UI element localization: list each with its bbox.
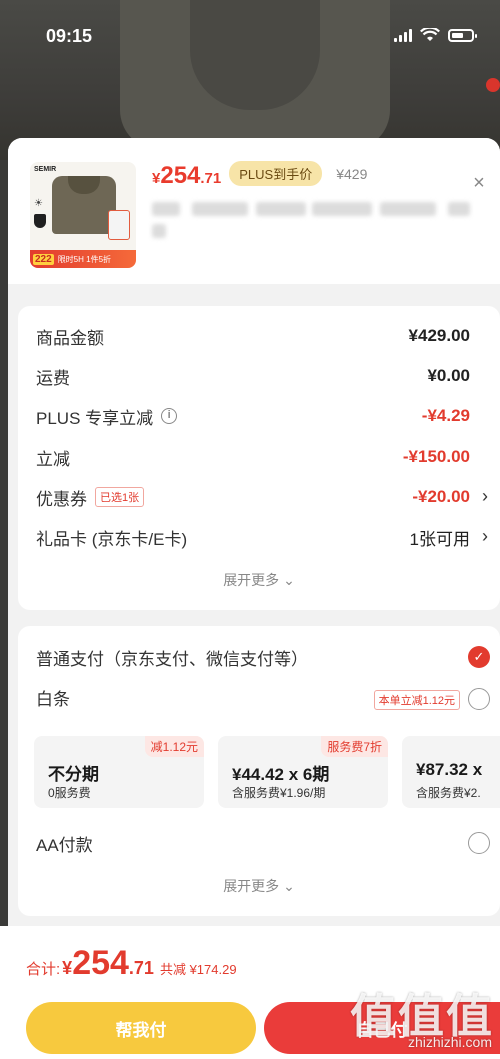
watermark-url: zhizhizhi.com — [407, 1034, 492, 1050]
cost-label: 商品金额 — [36, 328, 104, 348]
product-title-blurred — [152, 202, 472, 238]
payment-option-label: 普通支付（京东支付、微信支付等） — [36, 649, 308, 669]
cost-row-coupon[interactable]: 优惠券 已选1张 -¥20.00 › — [36, 482, 488, 512]
thumb-brand: SEMIR — [34, 166, 57, 173]
chevron-right-icon: › — [482, 486, 488, 506]
help-me-pay-button[interactable]: 帮我付 — [26, 1002, 256, 1054]
baitiao-discount-tag: 本单立减1.12元 — [373, 690, 460, 710]
plan-sub: 含服务费¥2. — [416, 786, 481, 800]
thumb-strip-text: 限时5H 1件5折 — [57, 254, 112, 264]
total-integer: 254 — [72, 944, 129, 982]
payment-method-card: 普通支付（京东支付、微信支付等） ✓ 白条 本单立减1.12元 减1.12元 不… — [18, 626, 500, 916]
product-thumbnail[interactable]: SEMIR ☀ 222 限时5H 1件5折 — [30, 162, 136, 268]
cost-value: ¥0.00 — [427, 366, 470, 385]
cost-label: 礼品卡 (京东卡/E卡) — [36, 529, 188, 549]
close-icon[interactable]: × — [468, 172, 490, 194]
cost-value: -¥150.00 — [402, 447, 470, 466]
wifi-icon — [420, 28, 440, 41]
expand-more-label: 展开更多 — [223, 572, 280, 588]
payment-option-aa[interactable]: AA付款 — [36, 828, 470, 858]
total-label: 合计: — [26, 961, 61, 978]
product-price-line: ¥ 254 .71 PLUS到手价 ¥429 — [152, 161, 368, 190]
chevron-right-icon: › — [482, 526, 488, 546]
status-time: 09:15 — [46, 26, 93, 46]
plus-price-tag: PLUS到手价 — [229, 161, 323, 186]
installment-plan[interactable]: 减1.12元 不分期 0服务费 — [34, 736, 204, 808]
radio-unselected-icon[interactable] — [468, 688, 490, 710]
total-savings: 共减 ¥174.29 — [159, 962, 237, 977]
expand-more-label: 展开更多 — [223, 878, 280, 894]
cost-label-wrap: PLUS 专享立减 i — [36, 404, 178, 429]
original-price: ¥429 — [336, 166, 368, 182]
cost-row-gift-card[interactable]: 礼品卡 (京东卡/E卡) 1张可用 › — [36, 522, 488, 552]
price-symbol: ¥ — [152, 170, 161, 187]
payment-option-normal[interactable]: 普通支付（京东支付、微信支付等） — [36, 642, 470, 672]
plan-sub: 含服务费¥1.96/期 — [232, 786, 326, 800]
price-decimal: .71 — [200, 170, 222, 187]
thumb-promo-strip: 222 限时5H 1件5折 — [30, 250, 136, 268]
thumb-strip-badge: 222 — [33, 253, 54, 265]
battery-icon — [448, 28, 477, 42]
expand-more-costs[interactable]: 展开更多 ⌄ — [18, 570, 500, 590]
header-divider — [8, 284, 500, 288]
plan-main: ¥44.42 x 6期 — [232, 765, 330, 784]
chevron-down-icon: ⌄ — [283, 572, 295, 588]
cost-label: 运费 — [36, 368, 70, 388]
payment-option-label: 白条 — [36, 689, 70, 709]
plan-tag: 减1.12元 — [144, 736, 204, 757]
cost-value: ¥429.00 — [408, 326, 470, 345]
coupon-selected-tag: 已选1张 — [95, 487, 145, 507]
chevron-down-icon: ⌄ — [283, 878, 295, 894]
total-symbol: ¥ — [62, 958, 73, 978]
plan-main: 不分期 — [48, 765, 99, 784]
plan-main: ¥87.32 x — [416, 760, 483, 779]
cost-label: 优惠券 — [36, 489, 87, 509]
signal-icon — [394, 28, 412, 42]
notification-dot — [486, 78, 500, 92]
product-header: SEMIR ☀ 222 限时5H 1件5折 ¥ 254 .71 PLUS到手价 … — [8, 138, 500, 288]
order-total: 合计: ¥ 254 .71 共减 ¥174.29 — [26, 944, 237, 983]
status-bar: 09:15 — [0, 0, 500, 70]
cost-label-wrap: 优惠券 已选1张 — [36, 485, 145, 510]
status-icons — [394, 28, 477, 42]
price-integer: 254 — [160, 162, 201, 189]
cost-label: 立减 — [36, 449, 70, 469]
total-decimal: .71 — [128, 958, 154, 978]
cost-label: PLUS 专享立减 — [36, 408, 154, 428]
installment-plan[interactable]: 服务费7折 ¥44.42 x 6期 含服务费¥1.96/期 — [218, 736, 388, 808]
shield-icon — [34, 214, 46, 228]
installment-plan[interactable]: ¥87.32 x 含服务费¥2. — [402, 736, 500, 808]
plan-sub: 0服务费 — [48, 786, 91, 800]
cost-row-shipping: 运费 ¥0.00 — [36, 361, 470, 391]
payment-option-label: AA付款 — [36, 835, 93, 855]
cost-row-plus-discount: PLUS 专享立减 i -¥4.29 — [36, 401, 470, 431]
cost-value: 1张可用 — [409, 529, 470, 549]
thumb-promo-badge — [108, 210, 130, 240]
sun-icon: ☀ — [34, 198, 43, 209]
cost-value: -¥20.00 — [412, 487, 470, 506]
info-icon[interactable]: i — [161, 408, 178, 424]
cost-row-goods: 商品金额 ¥429.00 — [36, 321, 470, 351]
check-selected-icon[interactable]: ✓ — [468, 646, 490, 668]
cost-breakdown-card: 商品金额 ¥429.00 运费 ¥0.00 PLUS 专享立减 i -¥4.29… — [18, 306, 500, 610]
plan-tag: 服务费7折 — [321, 736, 388, 757]
checkout-sheet: SEMIR ☀ 222 限时5H 1件5折 ¥ 254 .71 PLUS到手价 … — [8, 138, 500, 1059]
radio-unselected-icon[interactable] — [468, 832, 490, 854]
expand-more-payments[interactable]: 展开更多 ⌄ — [18, 876, 500, 896]
cost-row-instant-discount: 立减 -¥150.00 — [36, 442, 470, 472]
cost-value: -¥4.29 — [421, 406, 470, 425]
